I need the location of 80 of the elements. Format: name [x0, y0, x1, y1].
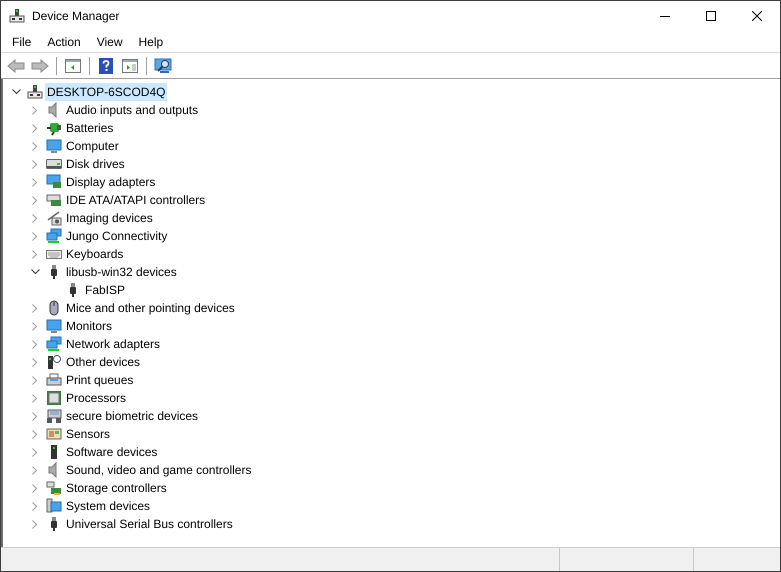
tree-item[interactable]: Keyboards — [64, 245, 126, 263]
tree-item[interactable]: Software devices — [64, 443, 160, 461]
tree-item[interactable]: Other devices — [64, 353, 142, 371]
camera-icon — [46, 210, 62, 226]
expand-chevron-icon[interactable] — [32, 178, 38, 186]
expand-chevron-icon[interactable] — [32, 196, 38, 204]
maximize-icon — [706, 11, 716, 21]
tree-item[interactable]: Processors — [64, 389, 128, 407]
tree-item[interactable]: Print queues — [64, 371, 136, 389]
menu-item[interactable]: View — [88, 32, 130, 52]
tree-item[interactable]: FabISP — [83, 281, 128, 299]
expand-chevron-icon[interactable] — [32, 232, 38, 240]
window-title: Device Manager — [32, 8, 120, 25]
system-board-icon — [46, 498, 62, 514]
biometric-device-icon — [46, 408, 62, 424]
menu-item[interactable]: File — [4, 32, 40, 52]
tree-item[interactable]: System devices — [64, 497, 152, 515]
computer-icon — [27, 84, 43, 100]
expand-chevron-icon[interactable] — [32, 214, 38, 222]
close-icon — [752, 11, 762, 21]
battery-plug-icon — [46, 120, 62, 136]
expand-chevron-icon[interactable] — [32, 322, 38, 330]
processor-icon — [46, 390, 62, 406]
controller-card-icon — [46, 192, 62, 208]
tree-item[interactable]: Storage controllers — [64, 479, 169, 497]
expand-chevron-icon[interactable] — [32, 340, 38, 348]
tree-item[interactable]: Jungo Connectivity — [64, 227, 170, 245]
expand-chevron-icon[interactable] — [32, 106, 38, 114]
tree-item[interactable]: Sound, video and game controllers — [64, 461, 254, 479]
network-icon — [46, 336, 62, 352]
network-icon — [46, 228, 62, 244]
tree-item[interactable]: Display adapters — [64, 173, 158, 191]
window-pane-icon — [65, 58, 81, 72]
help-icon — [99, 58, 113, 74]
expand-chevron-icon[interactable] — [32, 466, 38, 474]
tree-item[interactable]: Mice and other pointing devices — [64, 299, 237, 317]
sensor-icon — [46, 426, 62, 442]
monitor-icon — [46, 138, 62, 154]
expand-chevron-icon[interactable] — [32, 250, 38, 258]
expand-chevron-icon[interactable] — [32, 448, 38, 456]
printer-icon — [46, 372, 62, 388]
tree-item[interactable]: Batteries — [64, 119, 116, 137]
app-icon — [9, 8, 25, 24]
expand-chevron-icon[interactable] — [32, 358, 38, 366]
collapse-chevron-icon[interactable] — [12, 89, 20, 95]
menu-item[interactable]: Help — [130, 32, 172, 52]
tree-item[interactable]: Network adapters — [64, 335, 162, 353]
tree-item[interactable]: IDE ATA/ATAPI controllers — [64, 191, 208, 209]
tree-item[interactable]: Monitors — [64, 317, 114, 335]
tree-item[interactable]: Computer — [64, 137, 121, 155]
window-pane-icon — [122, 58, 138, 72]
tree-item[interactable]: Sensors — [64, 425, 112, 443]
expand-chevron-icon[interactable] — [32, 502, 38, 510]
forward-arrow-icon — [31, 58, 49, 72]
menu-item[interactable]: Action — [39, 32, 89, 52]
tree-item[interactable]: Universal Serial Bus controllers — [64, 515, 235, 533]
expand-chevron-icon[interactable] — [32, 484, 38, 492]
monitor-magnifier-icon — [154, 58, 172, 74]
disk-drive-icon — [46, 156, 62, 172]
storage-controller-icon — [46, 480, 62, 496]
tree-item[interactable]: Disk drives — [64, 155, 127, 173]
tree-item[interactable]: DESKTOP-6SCOD4Q — [45, 83, 168, 101]
monitor-icon — [46, 318, 62, 334]
expand-chevron-icon[interactable] — [32, 376, 38, 384]
expand-chevron-icon[interactable] — [32, 160, 38, 168]
expand-chevron-icon[interactable] — [32, 430, 38, 438]
expand-chevron-icon[interactable] — [32, 394, 38, 402]
expand-chevron-icon[interactable] — [32, 304, 38, 312]
back-arrow-icon — [7, 58, 25, 72]
collapse-chevron-icon[interactable] — [30, 269, 40, 275]
expand-chevron-icon[interactable] — [32, 142, 38, 150]
tree-item[interactable]: Audio inputs and outputs — [64, 101, 200, 119]
tree-item[interactable]: Imaging devices — [64, 209, 155, 227]
expand-chevron-icon[interactable] — [32, 520, 38, 528]
tree-item[interactable]: libusb-win32 devices — [64, 263, 179, 281]
display-card-icon — [46, 174, 62, 190]
expand-chevron-icon[interactable] — [32, 124, 38, 132]
expand-chevron-icon[interactable] — [32, 412, 38, 420]
tree-item[interactable]: secure biometric devices — [64, 407, 200, 425]
device-question-icon — [46, 354, 62, 370]
